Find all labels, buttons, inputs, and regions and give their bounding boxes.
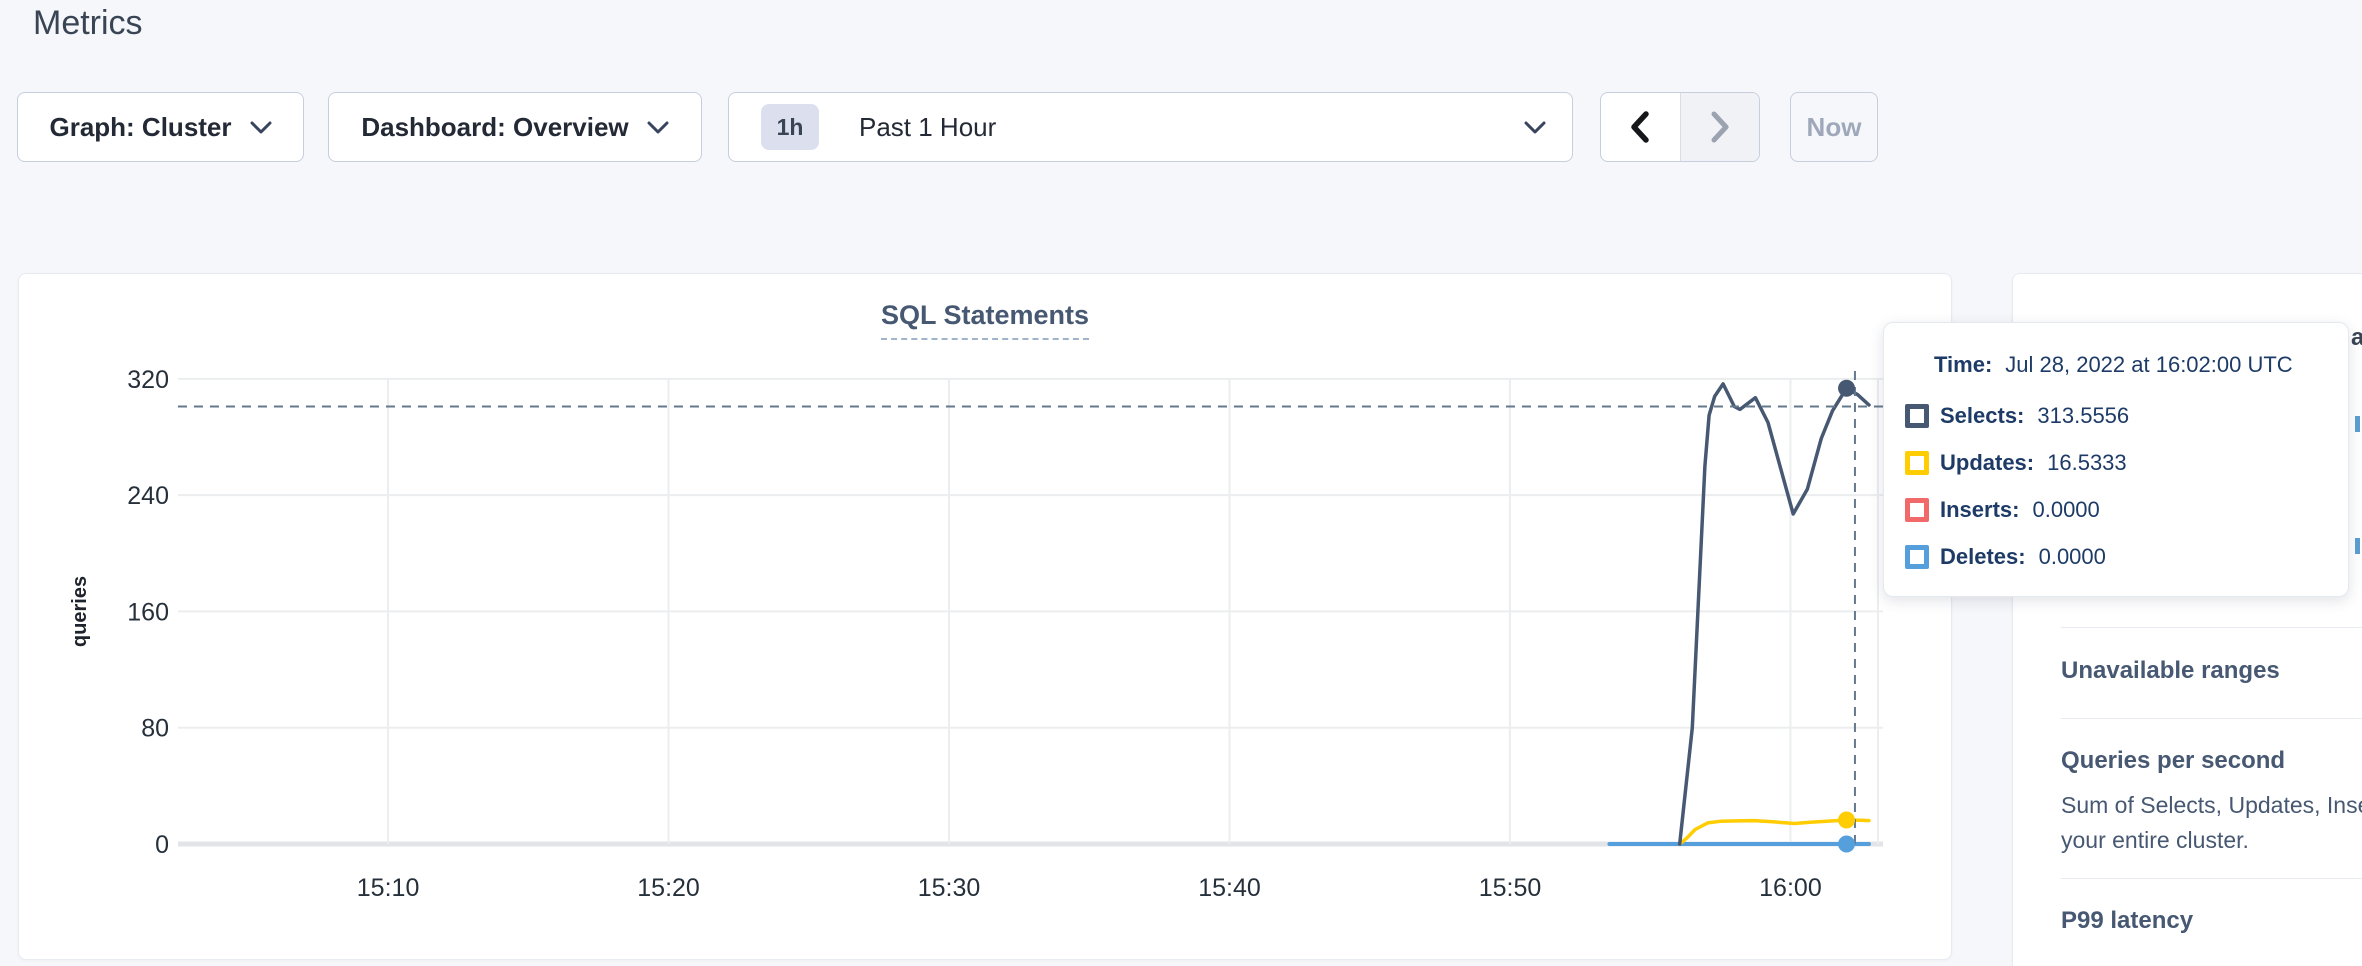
svg-text:16:00: 16:00 bbox=[1759, 874, 1822, 902]
tooltip-time-value: Jul 28, 2022 at 16:02:00 UTC bbox=[2005, 352, 2292, 378]
svg-text:15:50: 15:50 bbox=[1479, 874, 1542, 902]
selects-series-swatch-icon bbox=[1905, 404, 1929, 428]
summary-item-description-line: your entire cluster. bbox=[2061, 827, 2249, 854]
svg-text:0: 0 bbox=[155, 831, 169, 859]
next-time-window-button[interactable] bbox=[1680, 93, 1760, 161]
tooltip-series-row: Selects: 313.5556 bbox=[1905, 403, 2129, 429]
time-range-badge: 1h bbox=[761, 104, 819, 150]
time-window-nav bbox=[1600, 92, 1760, 162]
svg-text:15:10: 15:10 bbox=[357, 874, 420, 902]
prev-time-window-button[interactable] bbox=[1601, 93, 1680, 161]
graph-scope-dropdown[interactable]: Graph: Cluster bbox=[17, 92, 304, 162]
chevron-down-icon bbox=[250, 120, 272, 135]
divider bbox=[2061, 718, 2362, 719]
svg-text:320: 320 bbox=[127, 366, 169, 394]
chevron-down-icon bbox=[647, 120, 669, 135]
clipped-content-fragment bbox=[2355, 538, 2360, 554]
sql-statements-chart[interactable]: 0 80 160 240 320 15:10 15:20 15:30 15:40 15:50 16:… bbox=[19, 274, 1951, 959]
chart-title: SQL Statements bbox=[19, 300, 1951, 331]
tooltip-series-row: Inserts: 0.0000 bbox=[1905, 497, 2100, 523]
dashboard-dropdown[interactable]: Dashboard: Overview bbox=[328, 92, 702, 162]
chevron-left-icon bbox=[1628, 110, 1652, 144]
clipped-text-fragment: a bbox=[2351, 324, 2362, 352]
dashboard-label: Dashboard: Overview bbox=[361, 112, 628, 143]
svg-text:15:40: 15:40 bbox=[1198, 874, 1261, 902]
svg-text:80: 80 bbox=[141, 715, 169, 743]
inserts-series-swatch-icon bbox=[1905, 498, 1929, 522]
svg-text:240: 240 bbox=[127, 482, 169, 510]
time-range-label: Past 1 Hour bbox=[859, 112, 996, 143]
chevron-right-icon bbox=[1708, 110, 1732, 144]
sql-statements-chart-card: SQL Statements 0 80 160 240 320 15:10 15:20 15:… bbox=[18, 273, 1952, 960]
tooltip-series-row: Updates: 16.5333 bbox=[1905, 450, 2127, 476]
summary-item-description-line: Sum of Selects, Updates, Inser bbox=[2061, 792, 2362, 819]
tooltip-series-row: Deletes: 0.0000 bbox=[1905, 544, 2106, 570]
summary-item-p99-latency: P99 latency bbox=[2061, 907, 2193, 935]
time-range-dropdown[interactable]: 1h Past 1 Hour bbox=[728, 92, 1573, 162]
svg-text:160: 160 bbox=[127, 598, 169, 626]
updates-series-swatch-icon bbox=[1905, 451, 1929, 475]
summary-item-queries-per-second: Queries per second bbox=[2061, 747, 2285, 775]
metrics-page: Metrics Graph: Cluster Dashboard: Overvi… bbox=[0, 0, 2362, 966]
page-title: Metrics bbox=[33, 4, 143, 43]
chevron-down-icon bbox=[1524, 120, 1546, 135]
divider bbox=[2061, 878, 2362, 879]
chart-hover-tooltip: Time: Jul 28, 2022 at 16:02:00 UTC Selec… bbox=[1883, 322, 2349, 597]
now-button[interactable]: Now bbox=[1790, 92, 1878, 162]
clipped-content-fragment bbox=[2355, 416, 2360, 432]
summary-item-unavailable-ranges: Unavailable ranges bbox=[2061, 657, 2280, 685]
divider bbox=[2061, 627, 2362, 628]
svg-text:15:30: 15:30 bbox=[918, 874, 981, 902]
tooltip-time-row: Time: Jul 28, 2022 at 16:02:00 UTC bbox=[1934, 352, 2293, 378]
deletes-series-swatch-icon bbox=[1905, 545, 1929, 569]
chart-title-text[interactable]: SQL Statements bbox=[881, 300, 1089, 340]
graph-scope-label: Graph: Cluster bbox=[49, 112, 231, 143]
svg-text:15:20: 15:20 bbox=[637, 874, 700, 902]
svg-text:queries: queries bbox=[69, 576, 91, 647]
tooltip-time-label: Time: bbox=[1934, 352, 1992, 378]
